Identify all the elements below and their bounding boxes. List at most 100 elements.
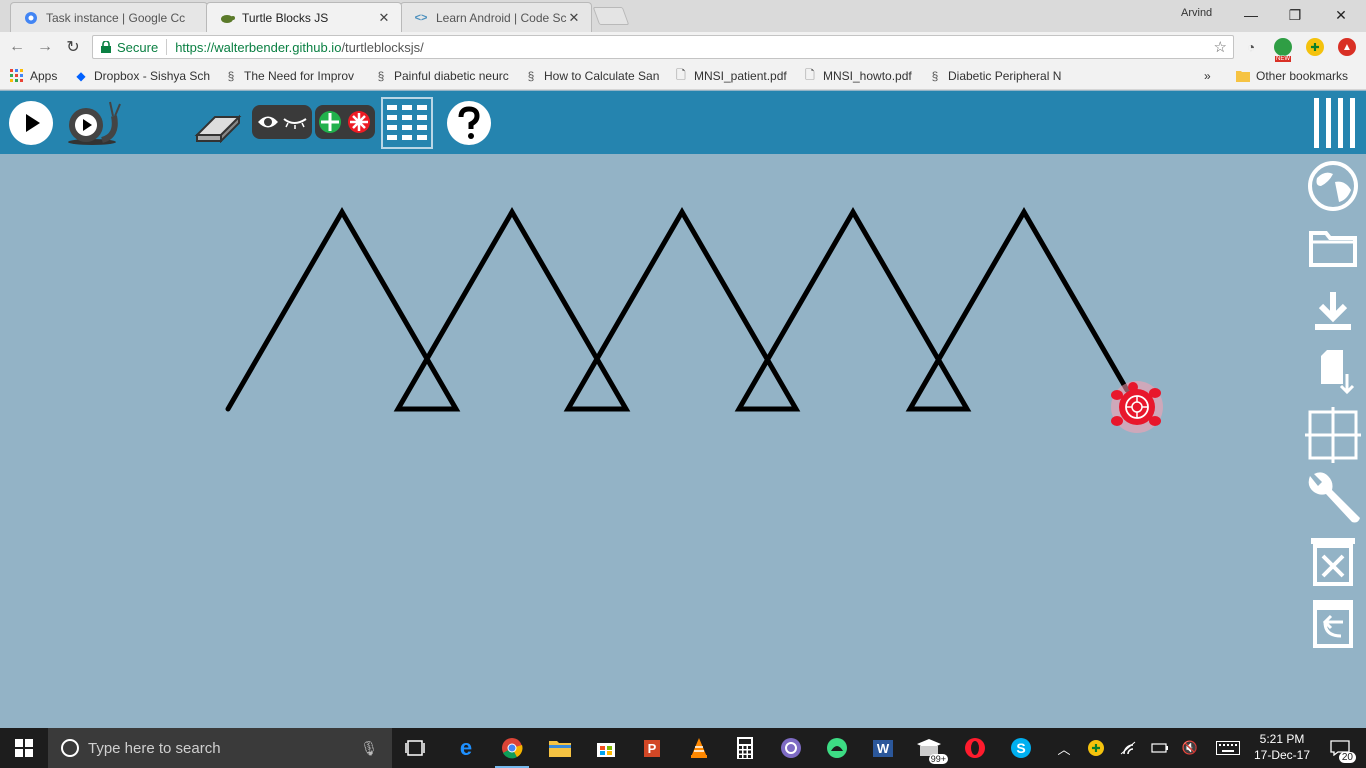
word-icon[interactable]: W — [860, 728, 906, 768]
turtle-main-toolbar — [0, 91, 1366, 154]
link-icon: § — [527, 69, 535, 83]
bookmark-need-for-improv[interactable]: § The Need for Improv — [224, 68, 362, 84]
keyboard-icon[interactable] — [1212, 728, 1244, 768]
system-clock[interactable]: 5:21 PM 17-Dec-17 — [1246, 731, 1318, 763]
windows-start-icon[interactable] — [0, 728, 48, 768]
bookmark-how-to-calculate[interactable]: § How to Calculate San — [524, 68, 662, 84]
clean-button[interactable] — [193, 103, 245, 143]
chrome-icon[interactable] — [489, 728, 535, 768]
tray-plus-icon[interactable]: ✚ — [1082, 728, 1110, 768]
close-tab-icon[interactable]: ✕ — [377, 10, 391, 26]
tab-title: Turtle Blocks JS — [242, 10, 329, 25]
run-button[interactable] — [8, 100, 54, 146]
reload-icon[interactable]: ↻ — [62, 36, 84, 58]
new-ext-icon[interactable]: NEW — [1274, 38, 1292, 62]
tab-title: Task instance | Google Cc — [46, 10, 186, 25]
bookmark-diabetic-peripheral[interactable]: § Diabetic Peripheral N — [928, 68, 1068, 84]
folder-icon[interactable] — [1300, 228, 1366, 268]
store-icon[interactable] — [583, 728, 629, 768]
clock-time: 5:21 PM — [1259, 732, 1305, 746]
calculator-icon[interactable] — [722, 728, 768, 768]
search-placeholder: Type here to search — [88, 739, 221, 757]
gear-icon — [23, 10, 39, 26]
bookmark-star-icon[interactable]: ☆ — [1214, 38, 1227, 56]
folder-icon — [1236, 69, 1250, 83]
battery-icon[interactable] — [1146, 728, 1174, 768]
powerpoint-icon[interactable]: P — [629, 728, 675, 768]
file-icon: 🗋 — [805, 68, 815, 82]
vlc-icon[interactable] — [676, 728, 722, 768]
task-view-icon[interactable] — [392, 728, 438, 768]
torrent-icon[interactable] — [768, 728, 814, 768]
turtle-icon — [219, 10, 235, 26]
clock-date: 17-Dec-17 — [1253, 748, 1311, 762]
minimize-icon[interactable]: — — [1228, 0, 1274, 30]
tab-task-instance[interactable]: Task instance | Google Cc — [10, 2, 208, 32]
restore-trash-icon[interactable] — [1300, 598, 1366, 648]
bookmark-dropbox[interactable]: ◆ Dropbox - Sishya Sch — [74, 68, 212, 84]
wrench-icon[interactable] — [1300, 468, 1366, 526]
restore-icon[interactable]: ❐ — [1272, 0, 1318, 30]
close-tab-icon[interactable]: ✕ — [567, 10, 581, 26]
run-slow-button[interactable] — [66, 96, 122, 146]
profile-name[interactable]: Arvind — [1181, 7, 1212, 19]
bookmarks-bar: Apps ◆ Dropbox - Sishya Sch § The Need f… — [0, 62, 1366, 90]
new-tab-button[interactable] — [592, 7, 630, 25]
volume-muted-icon[interactable]: 🔇 — [1176, 728, 1204, 768]
back-icon[interactable]: ← — [6, 36, 28, 58]
link-icon: § — [931, 69, 939, 83]
apps-shortcut[interactable]: Apps — [10, 68, 57, 84]
plus-ext-icon[interactable]: ✚ — [1306, 38, 1324, 56]
tab-learn-android[interactable]: <> Learn Android | Code Sch ✕ — [400, 2, 592, 32]
upload-ext-icon[interactable]: ▲ — [1338, 38, 1356, 56]
clear-icon[interactable] — [1300, 536, 1366, 586]
tab-turtle-blocks[interactable]: Turtle Blocks JS ✕ — [206, 2, 402, 32]
secure-indicator[interactable]: Secure — [101, 40, 158, 55]
taskbar-search[interactable]: Type here to search 🎙 — [48, 728, 392, 768]
microphone-icon[interactable]: 🎙 — [360, 740, 378, 757]
apps-grid-icon — [10, 69, 24, 83]
file-explorer-icon[interactable] — [537, 728, 583, 768]
file-icon: 🗋 — [676, 68, 686, 82]
speed-ext-icon[interactable]: ◔ — [1242, 38, 1260, 56]
turtle-canvas[interactable] — [0, 154, 1366, 728]
bookmark-painful-diabetic[interactable]: § Painful diabetic neurc — [374, 68, 512, 84]
skype-icon[interactable]: S — [998, 728, 1044, 768]
android-studio-icon[interactable] — [814, 728, 860, 768]
bookmarks-overflow[interactable]: » — [1204, 68, 1211, 84]
mail-icon[interactable]: 99+ — [906, 728, 952, 768]
address-bar[interactable]: Secure https://walterbender.github.io/tu… — [92, 35, 1234, 59]
palette-grid-button[interactable] — [381, 97, 433, 149]
bookmark-mnsi-patient[interactable]: 🗋 MNSI_patient.pdf — [674, 68, 787, 84]
dropbox-icon: ◆ — [76, 69, 86, 83]
other-bookmarks[interactable]: Other bookmarks — [1236, 68, 1348, 84]
mail-badge: 99+ — [928, 754, 948, 764]
turtle-path — [225, 207, 1130, 412]
tab-title: Learn Android | Code Sch — [436, 10, 567, 25]
action-center-icon[interactable]: 20 — [1320, 728, 1360, 768]
hide-show-blocks-button[interactable] — [252, 101, 312, 143]
lock-icon — [101, 41, 111, 53]
menu-icon[interactable] — [1310, 96, 1360, 150]
edge-icon[interactable]: e — [443, 728, 489, 768]
save-file-icon[interactable] — [1300, 348, 1366, 398]
svg-text:S: S — [1016, 740, 1025, 756]
link-icon: § — [227, 69, 235, 83]
turtle-sprite — [1111, 381, 1163, 433]
bookmark-mnsi-howto[interactable]: 🗋 MNSI_howto.pdf — [803, 68, 912, 84]
link-icon: § — [377, 69, 385, 83]
help-button[interactable] — [446, 100, 492, 146]
wifi-icon[interactable] — [1114, 728, 1142, 768]
close-window-icon[interactable]: ✕ — [1318, 0, 1364, 30]
globe-icon[interactable] — [1300, 160, 1366, 212]
forward-icon[interactable]: → — [34, 36, 56, 58]
grid-icon[interactable] — [1300, 406, 1366, 464]
browser-tab-strip: Task instance | Google Cc Turtle Blocks … — [0, 0, 1366, 32]
collapse-expand-button[interactable] — [315, 101, 375, 143]
notification-count: 20 — [1338, 752, 1356, 763]
opera-icon[interactable] — [952, 728, 998, 768]
url-text: https://walterbender.github.io/turtleblo… — [175, 39, 424, 55]
tray-expand-icon[interactable]: ︿ — [1050, 728, 1078, 768]
windows-taskbar: Type here to search 🎙 e P W 99+ S ︿ ✚ 🔇 … — [0, 728, 1366, 768]
download-icon[interactable] — [1300, 290, 1366, 332]
